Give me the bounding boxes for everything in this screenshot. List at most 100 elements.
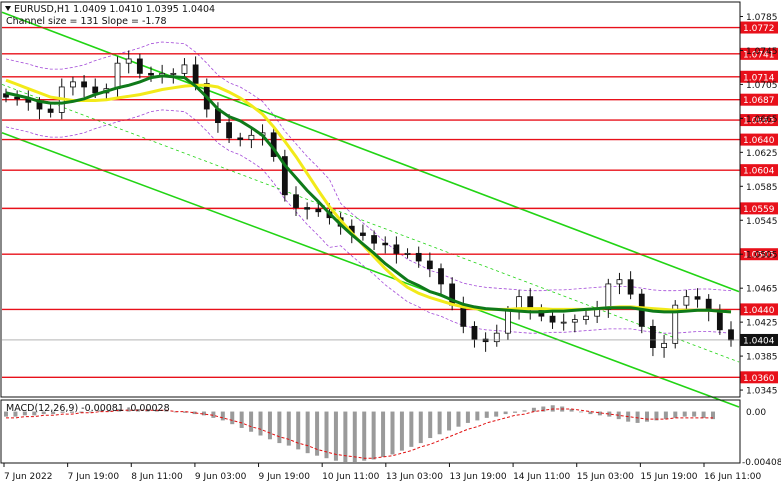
macd-histogram-bar [701, 411, 706, 418]
macd-histogram-bar [579, 411, 584, 413]
candle-body [594, 309, 601, 317]
macd-histogram-bar [286, 411, 291, 446]
candle-body [415, 252, 422, 262]
candle-body [304, 207, 311, 210]
time-tick-label: 9 Jun 19:00 [259, 472, 311, 482]
macd-histogram-bar [437, 411, 442, 435]
macd-histogram-bar [239, 411, 244, 428]
macd-histogram-bar [522, 410, 527, 412]
candle-body [716, 310, 723, 331]
price-tick-label: 1.0785 [746, 13, 778, 23]
candle-body [382, 242, 389, 246]
macd-histogram-bar [484, 411, 489, 418]
macd-histogram-bar [267, 411, 272, 440]
macd-histogram-bar [249, 411, 254, 432]
candle-body [571, 319, 578, 323]
macd-histogram-bar [673, 411, 678, 418]
current-price-label: 1.0404 [743, 336, 775, 346]
macd-histogram-bar [456, 411, 461, 427]
candle-body [605, 283, 612, 310]
macd-histogram-bar [531, 407, 536, 412]
level-label-1.0772: 1.0772 [743, 24, 775, 34]
candle-body [650, 325, 656, 349]
candle-body [683, 296, 690, 306]
macd-histogram-bar [381, 411, 386, 457]
candle-body [616, 279, 623, 285]
price-tick-label: 1.0385 [746, 353, 778, 363]
macd-histogram-bar [230, 411, 235, 425]
candle-body [14, 96, 21, 100]
candle-body [47, 108, 54, 113]
candle-body [237, 137, 244, 140]
time-tick-label: 8 Jun 11:00 [131, 472, 183, 482]
candle-body [315, 208, 322, 213]
candle-body [226, 122, 232, 139]
macd-histogram-bar [663, 411, 668, 420]
time-tick-label: 7 Jun 2022 [4, 472, 52, 482]
channel-info: Channel size = 131 Slope = -1.78 [6, 16, 167, 27]
time-tick-label: 13 Jun 03:00 [386, 472, 443, 482]
candle-body [125, 58, 132, 64]
macd-histogram-bar [692, 411, 697, 417]
candle-body [293, 194, 299, 208]
candle-body [170, 72, 177, 75]
candle-body [627, 279, 634, 295]
macd-histogram-bar [343, 411, 348, 462]
price-tick-label: 1.0505 [746, 251, 778, 261]
time-tick-label: 15 Jun 03:00 [577, 472, 634, 482]
candle-body [181, 64, 188, 74]
chart-canvas[interactable]: 1.07721.07411.07141.06871.06631.06401.06… [0, 0, 781, 489]
macd-histogram-bar [494, 411, 499, 417]
candle-body [694, 296, 701, 300]
price-tick-label: 1.0705 [746, 81, 778, 91]
price-tick-label: 1.0625 [746, 149, 778, 159]
candle-body [426, 260, 433, 270]
candle-body [583, 315, 589, 320]
macd-histogram-bar [277, 411, 282, 444]
macd-histogram-bar [513, 411, 518, 413]
candle-body [661, 342, 667, 349]
macd-tick-label: 0.00 [746, 408, 766, 418]
symbol-info: EURUSD,H1 1.0409 1.0410 1.0395 1.0404 [14, 4, 215, 15]
candle-body [148, 72, 154, 76]
macd-histogram-bar [682, 411, 687, 417]
price-tick-label: 1.0545 [746, 217, 778, 227]
macd-histogram-bar [428, 411, 433, 439]
candle-body [493, 332, 500, 343]
level-label-1.0604: 1.0604 [743, 167, 775, 177]
candle-body [360, 232, 366, 236]
candle-body [371, 235, 377, 244]
time-tick-label: 10 Jun 11:00 [322, 472, 379, 482]
macd-histogram-bar [390, 411, 395, 455]
price-tick-label: 1.0745 [746, 47, 778, 57]
macd-histogram-bar [399, 411, 404, 451]
time-tick-label: 13 Jun 19:00 [449, 472, 506, 482]
candle-body [404, 252, 411, 255]
macd-histogram-bar [465, 411, 470, 423]
macd-histogram-bar [305, 411, 310, 454]
macd-histogram-bar [503, 411, 508, 415]
candle-body [81, 81, 87, 88]
candle-body [393, 244, 400, 254]
candle-body [36, 101, 43, 110]
candle-body [549, 315, 556, 323]
macd-histogram-bar [409, 411, 414, 447]
time-tick-label: 16 Jun 11:00 [704, 472, 761, 482]
price-tick-label: 1.0465 [746, 285, 778, 295]
candle-body [560, 321, 567, 324]
price-tick-label: 1.0585 [746, 183, 778, 193]
macd-histogram-bar [475, 411, 480, 421]
macd-histogram-bar [296, 411, 301, 450]
macd-histogram-bar [333, 411, 338, 461]
time-tick-label: 7 Jun 19:00 [68, 472, 120, 482]
level-label-1.0687: 1.0687 [743, 96, 775, 106]
level-label-1.0440: 1.0440 [743, 306, 775, 316]
price-tick-label: 1.0345 [746, 387, 778, 397]
time-tick-label: 9 Jun 03:00 [195, 472, 247, 482]
candle-body [70, 81, 76, 88]
candle-body [482, 338, 489, 343]
macd-histogram-bar [352, 411, 357, 462]
macd-label: MACD(12,26,9) -0.00081 -0.00028 [6, 403, 170, 414]
candle-body [192, 64, 199, 84]
candle-body [728, 329, 734, 341]
